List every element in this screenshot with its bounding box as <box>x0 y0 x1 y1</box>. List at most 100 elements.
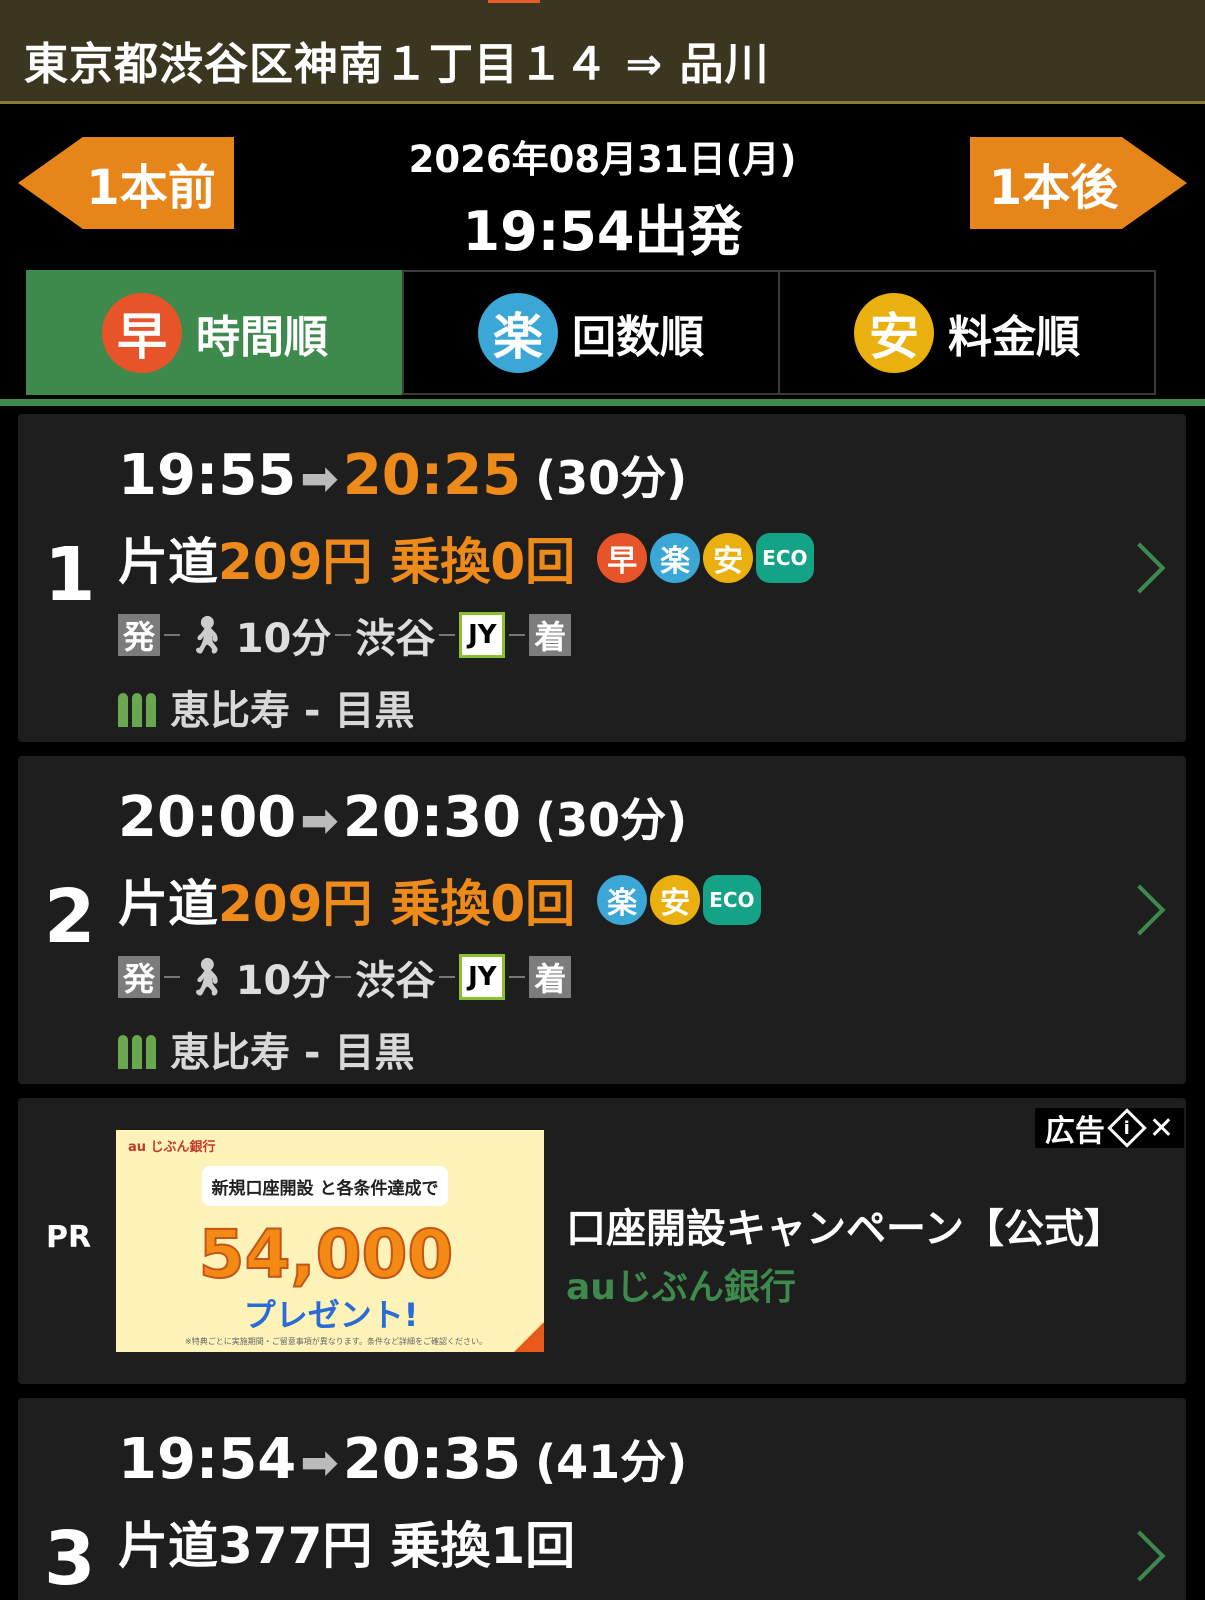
close-icon[interactable]: ✕ <box>1149 1111 1174 1146</box>
sort-tabs: 早 時間順 楽 回数順 安 料金順 <box>0 270 1205 406</box>
banner-bubble: 新規口座開設 と各条件達成で <box>202 1166 448 1206</box>
station-name: 渋谷 <box>355 616 436 662</box>
banner-amount: 54,000 <box>198 1215 455 1294</box>
arrow-right-icon: ➡ <box>300 793 339 847</box>
route-result-2[interactable]: 2 20:00 ➡ 20:30 (30分) 片道 209円 乗換0回 楽 安 E… <box>18 756 1186 1084</box>
fare-amount: 377円 <box>218 1517 373 1575</box>
route-dash <box>164 976 180 978</box>
ad-choices[interactable]: 広告 i ✕ <box>1034 1108 1184 1149</box>
duration: (30分) <box>535 793 688 847</box>
chevron-right-icon <box>1114 884 1166 936</box>
eco-badge: ECO <box>703 875 761 925</box>
cheap-badge-icon: 安 <box>703 533 754 583</box>
result-number: 1 <box>44 532 96 618</box>
transfer-count: 乗換0回 <box>390 533 576 591</box>
ad-card[interactable]: PR au じぶん銀行 新規口座開設 と各条件達成で 54,000 プレゼント!… <box>18 1098 1186 1384</box>
depart-time: 20:00 <box>118 785 297 850</box>
tab-transfer-order[interactable]: 楽 回数順 <box>402 270 780 395</box>
result-times: 19:54 ➡ 20:35 (41分) <box>118 1426 687 1492</box>
chevron-right-icon <box>1114 542 1166 594</box>
depart-time: 19:55 <box>118 443 297 508</box>
walk-time: 10分 <box>235 958 332 1004</box>
fare-line: 片道 377円 乗換1回 <box>118 1506 575 1578</box>
tab-label: 時間順 <box>196 311 328 363</box>
transfer-count: 乗換0回 <box>390 875 576 933</box>
progress-accent <box>488 0 540 3</box>
line-jy-icon: JY <box>459 954 506 1000</box>
chevron-right-icon <box>1114 1530 1166 1582</box>
arrow-right-icon: ➡ <box>300 451 339 505</box>
easy-icon: 楽 <box>478 292 558 373</box>
result-times: 19:55 ➡ 20:25 (30分) <box>118 442 687 508</box>
station-name: 渋谷 <box>355 958 436 1004</box>
route-dash <box>335 634 352 636</box>
fare-prefix: 片道 <box>118 875 218 933</box>
duration: (30分) <box>535 451 688 505</box>
date-nav: 1本前 2026年08月31日(月) 19:54出発 1本後 <box>0 107 1205 267</box>
tab-fare-order[interactable]: 安 料金順 <box>778 270 1156 395</box>
congestion-icon <box>118 687 158 727</box>
congestion-info: 恵比寿 - 目黒 <box>118 1020 414 1078</box>
fare-prefix: 片道 <box>118 533 218 591</box>
search-date: 2026年08月31日(月) <box>408 138 797 181</box>
ad-headline[interactable]: 口座開設キャンペーン【公式】 <box>566 1196 1124 1254</box>
title-bar: 東京都渋谷区神南１丁目１４ ⇒ 品川 <box>0 0 1205 104</box>
fare-amount: 209円 <box>218 875 373 933</box>
banner-fine-print: ※特典ごとに実施期間・ご留意事項が異なります。条件など詳細をご確認ください。 <box>185 1337 487 1346</box>
fast-icon: 早 <box>102 292 182 373</box>
departure-time: 19:54出発 <box>462 200 743 263</box>
cheap-icon: 安 <box>854 292 934 373</box>
depart-time: 19:54 <box>118 1427 297 1492</box>
walk-time: 10分 <box>235 616 332 662</box>
transfer-count: 乗換1回 <box>390 1517 576 1575</box>
ad-advertiser[interactable]: auじぶん銀行 <box>566 1258 796 1310</box>
result-times: 20:00 ➡ 20:30 (30分) <box>118 784 687 850</box>
fare-amount: 209円 <box>218 533 373 591</box>
congestion-icon <box>118 1029 158 1069</box>
easy-badge-icon: 楽 <box>650 533 701 583</box>
fare-prefix: 片道 <box>118 1517 218 1575</box>
ad-banner-image[interactable]: au じぶん銀行 新規口座開設 と各条件達成で 54,000 プレゼント! ※特… <box>116 1130 544 1352</box>
bank-logo: au じぶん銀行 <box>128 1140 216 1155</box>
route-dash <box>335 976 352 978</box>
easy-badge-icon: 楽 <box>597 875 648 925</box>
congestion-section: 恵比寿 - 目黒 <box>170 1030 415 1076</box>
tab-label: 料金順 <box>948 311 1080 363</box>
tab-label: 回数順 <box>572 311 704 363</box>
result-number: 2 <box>44 874 96 960</box>
arrow-right-icon: ➡ <box>300 1435 339 1489</box>
arrive-time: 20:25 <box>342 443 522 508</box>
cheap-badge-icon: 安 <box>650 875 701 925</box>
previous-train-button[interactable]: 1本前 <box>18 137 234 229</box>
walk-icon: 🚶︎ <box>184 615 230 656</box>
route-dash <box>439 976 456 978</box>
tab-time-order[interactable]: 早 時間順 <box>26 270 404 395</box>
route-result-1[interactable]: 1 19:55 ➡ 20:25 (30分) 片道 209円 乗換0回 早 楽 安… <box>18 414 1186 742</box>
walk-icon: 🚶︎ <box>184 957 230 998</box>
arrow-corner-icon <box>514 1322 544 1352</box>
end-marker: 着 <box>529 956 572 998</box>
arrive-time: 20:35 <box>342 1427 522 1492</box>
route-steps: 発 🚶︎ 10分 渋谷 JY 着 <box>118 948 572 1006</box>
result-number: 3 <box>44 1516 96 1600</box>
duration: (41分) <box>535 1435 688 1489</box>
congestion-section: 恵比寿 - 目黒 <box>170 688 415 734</box>
fare-line: 片道 209円 乗換0回 早 楽 安 ECO <box>118 522 814 594</box>
route-steps: 発 🚶︎ 10分 渋谷 JY 着 <box>118 606 572 664</box>
line-jy-icon: JY <box>459 612 506 658</box>
banner-present: プレゼント! <box>243 1296 419 1334</box>
start-marker: 発 <box>118 614 160 656</box>
ad-label: 広告 <box>1044 1114 1105 1149</box>
congestion-info: 恵比寿 - 目黒 <box>118 678 414 736</box>
next-train-button[interactable]: 1本後 <box>970 137 1187 229</box>
info-icon[interactable]: i <box>1107 1108 1147 1148</box>
start-marker: 発 <box>118 956 160 998</box>
arrive-time: 20:30 <box>342 785 522 850</box>
end-marker: 着 <box>529 614 572 656</box>
result-badges: 早 楽 安 ECO <box>597 533 814 583</box>
route-result-3[interactable]: 3 19:54 ➡ 20:35 (41分) 片道 377円 乗換1回 <box>18 1398 1186 1600</box>
route-dash <box>509 976 526 978</box>
result-badges: 楽 安 ECO <box>597 875 761 925</box>
fast-badge-icon: 早 <box>597 533 648 583</box>
pr-label: PR <box>46 1220 92 1255</box>
